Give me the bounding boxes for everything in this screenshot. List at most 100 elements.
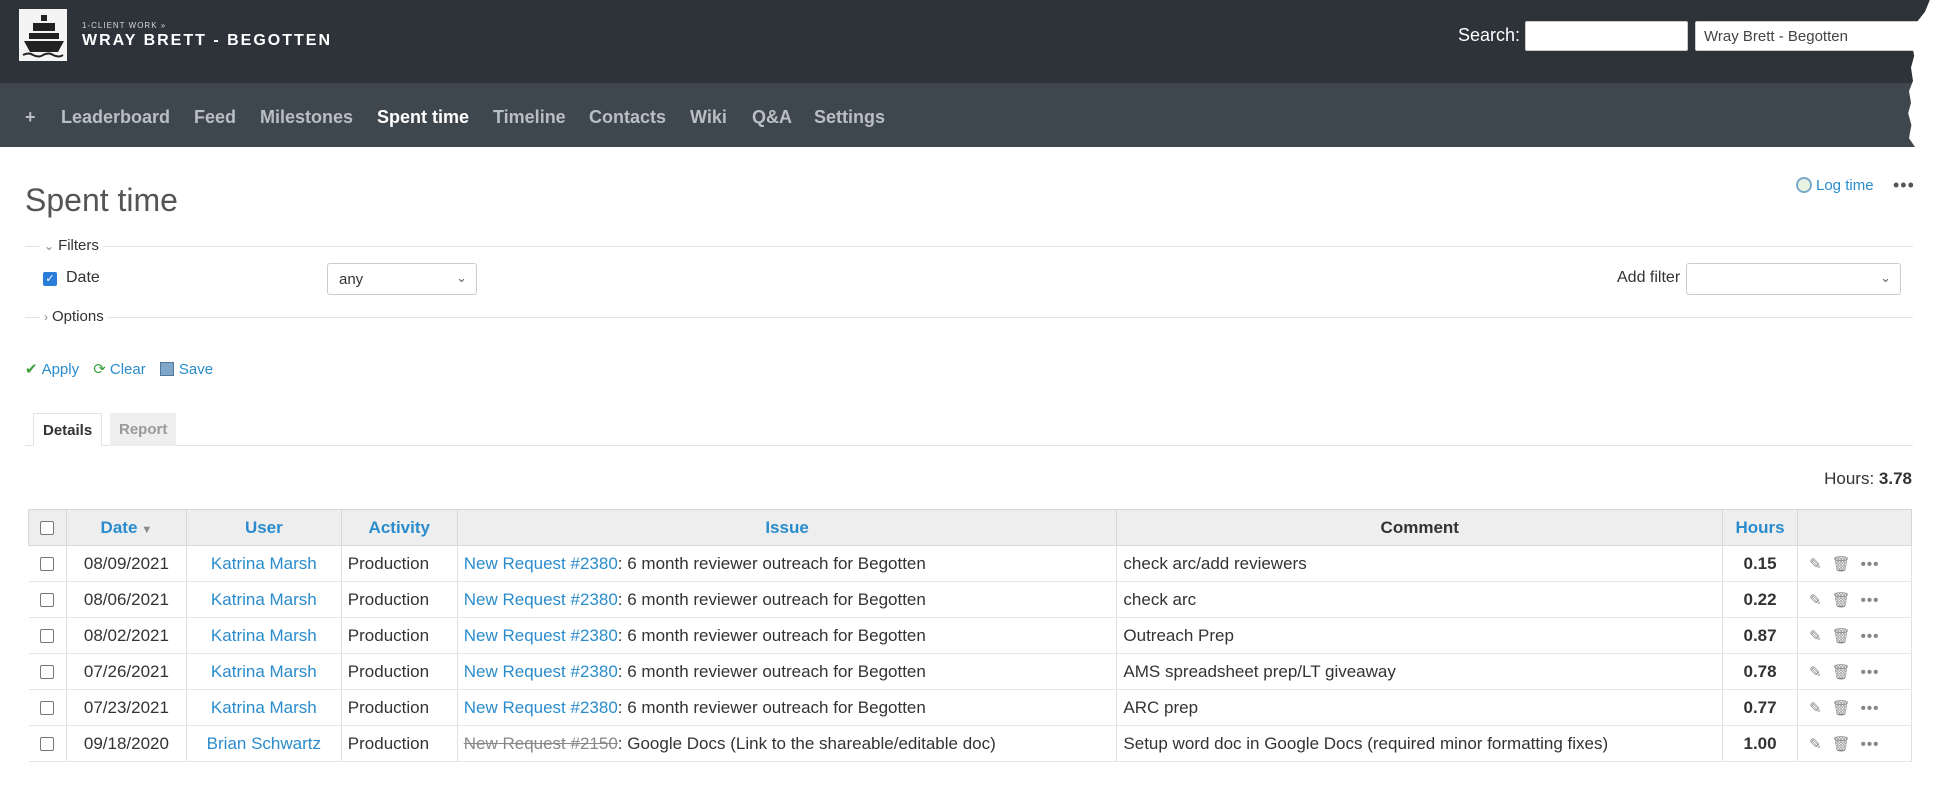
edit-pencil-icon[interactable]: ✎ [1809,628,1822,645]
table-row[interactable]: 07/23/2021 Katrina Marsh Production New Req… [28,689,1912,726]
row-checkbox[interactable] [40,557,55,572]
new-object-plus-button[interactable]: + [25,107,36,128]
row-actions: ✎ 🗑 ••• [1797,545,1912,582]
entry-user-link[interactable]: Katrina Marsh [211,554,317,573]
row-checkbox[interactable] [40,629,55,644]
search-input[interactable] [1525,21,1688,51]
filters-toggle[interactable]: ⌄ Filters [40,237,103,254]
row-actions: ✎ 🗑 ••• [1797,653,1912,690]
issue-link[interactable]: New Request #2380 [464,626,618,645]
more-actions-icon[interactable]: ••• [1861,664,1880,681]
ship-logo-icon[interactable] [19,9,67,61]
options-toggle[interactable]: › Options [40,308,108,325]
tab-report[interactable]: Report [110,413,177,446]
tab-spent-time[interactable]: Spent time [377,107,469,128]
column-date[interactable]: Date ▼ [65,509,187,546]
entry-comment: check arc/add reviewers [1116,545,1724,582]
entry-user-link[interactable]: Katrina Marsh [211,590,317,609]
issue-link[interactable]: New Request #2150 [464,734,618,753]
more-actions-icon[interactable]: ••• [1861,700,1880,717]
sort-desc-icon: ▼ [141,523,153,536]
row-checkbox[interactable] [40,593,55,608]
entry-date: 07/23/2021 [66,689,187,726]
entry-user-link[interactable]: Katrina Marsh [211,662,317,681]
chevron-right-icon: › [44,310,48,324]
save-button[interactable]: Save [159,361,213,378]
table-row[interactable]: 08/02/2021 Katrina Marsh Production New Req… [28,617,1912,654]
column-hours[interactable]: Hours [1722,509,1799,546]
issue-link[interactable]: New Request #2380 [464,554,618,573]
date-filter-checkbox[interactable]: ✓ [43,272,57,286]
breadcrumb[interactable]: 1-Client Work » [82,21,166,30]
clear-label: Clear [109,361,146,378]
tab-details[interactable]: Details [33,413,103,446]
reload-icon: ⟳ [93,361,106,378]
delete-trash-icon[interactable]: 🗑 [1832,628,1851,645]
table-row[interactable]: 08/09/2021 Katrina Marsh Production New Req… [28,545,1912,582]
issue-link[interactable]: New Request #2380 [464,698,618,717]
table-row[interactable]: 09/18/2020 Brian Schwartz Production New Re… [28,725,1912,762]
issue-subject: : 6 month reviewer outreach for Begotten [617,625,926,645]
entry-comment: Setup word doc in Google Docs (required … [1116,725,1724,762]
more-actions-icon[interactable]: ••• [1861,628,1880,645]
edit-pencil-icon[interactable]: ✎ [1809,664,1822,681]
row-select-cell [28,581,67,618]
tab-leaderboard[interactable]: Leaderboard [61,107,170,128]
edit-pencil-icon[interactable]: ✎ [1809,700,1822,717]
main-menu: + Leaderboard Feed Milestones Spent time… [0,83,1933,147]
entry-user-cell: Brian Schwartz [186,725,342,762]
column-activity[interactable]: Activity [340,509,458,546]
issue-link[interactable]: New Request #2380 [464,590,618,609]
column-issue[interactable]: Issue [456,509,1118,546]
total-hours-value: 3.78 [1878,469,1912,488]
more-actions-icon[interactable]: ••• [1893,175,1915,196]
edit-pencil-icon[interactable]: ✎ [1809,592,1822,609]
table-header-row: Date ▼ User Activity Issue Comment Hours [28,509,1912,546]
delete-trash-icon[interactable]: 🗑 [1832,592,1851,609]
tab-timeline[interactable]: Timeline [493,107,566,128]
log-time-button[interactable]: Log time [1796,177,1874,194]
row-checkbox[interactable] [40,737,55,752]
entry-issue-cell: New Request #2380: 6 month reviewer outr… [457,581,1118,618]
tab-settings[interactable]: Settings [814,107,885,128]
entry-date: 08/06/2021 [66,581,187,618]
table-row[interactable]: 07/26/2021 Katrina Marsh Production New Req… [28,653,1912,690]
row-checkbox[interactable] [40,665,55,680]
entry-user-link[interactable]: Katrina Marsh [211,626,317,645]
entry-user-link[interactable]: Brian Schwartz [207,734,321,753]
entry-user-link[interactable]: Katrina Marsh [211,698,317,717]
select-all-checkbox[interactable] [40,521,55,536]
tab-feed[interactable]: Feed [194,107,236,128]
table-row[interactable]: 08/06/2021 Katrina Marsh Production New Req… [28,581,1912,618]
entry-user-cell: Katrina Marsh [186,581,342,618]
issue-subject: : 6 month reviewer outreach for Begotten [617,589,926,609]
add-filter-select[interactable]: ⌄ [1686,263,1901,295]
delete-trash-icon[interactable]: 🗑 [1832,556,1851,573]
tab-wiki[interactable]: Wiki [690,107,727,128]
edit-pencil-icon[interactable]: ✎ [1809,556,1822,573]
top-header: 1-Client Work » WRAY BRETT - BEGOTTEN Se… [0,0,1933,83]
issue-link[interactable]: New Request #2380 [464,662,618,681]
tab-milestones[interactable]: Milestones [260,107,353,128]
apply-button[interactable]: ✔ Apply [25,361,79,378]
tab-qa[interactable]: Q&A [752,107,792,128]
entry-user-cell: Katrina Marsh [186,617,342,654]
entry-comment: ARC prep [1116,689,1724,726]
more-actions-icon[interactable]: ••• [1861,592,1880,609]
row-checkbox[interactable] [40,701,55,716]
delete-trash-icon[interactable]: 🗑 [1832,736,1851,753]
more-actions-icon[interactable]: ••• [1861,736,1880,753]
column-user[interactable]: User [185,509,342,546]
entry-hours: 0.78 [1722,653,1799,690]
edit-pencil-icon[interactable]: ✎ [1809,736,1822,753]
delete-trash-icon[interactable]: 🗑 [1832,700,1851,717]
project-title: WRAY BRETT - BEGOTTEN [82,32,333,49]
entry-activity: Production [341,545,458,582]
clear-button[interactable]: ⟳ Clear [93,361,145,378]
date-operator-select[interactable]: any ⌄ [327,263,477,295]
delete-trash-icon[interactable]: 🗑 [1832,664,1851,681]
project-jump-box[interactable]: Wray Brett - Begotten [1695,21,1933,51]
tab-contacts[interactable]: Contacts [589,107,666,128]
entry-hours: 0.15 [1722,545,1799,582]
more-actions-icon[interactable]: ••• [1861,556,1880,573]
